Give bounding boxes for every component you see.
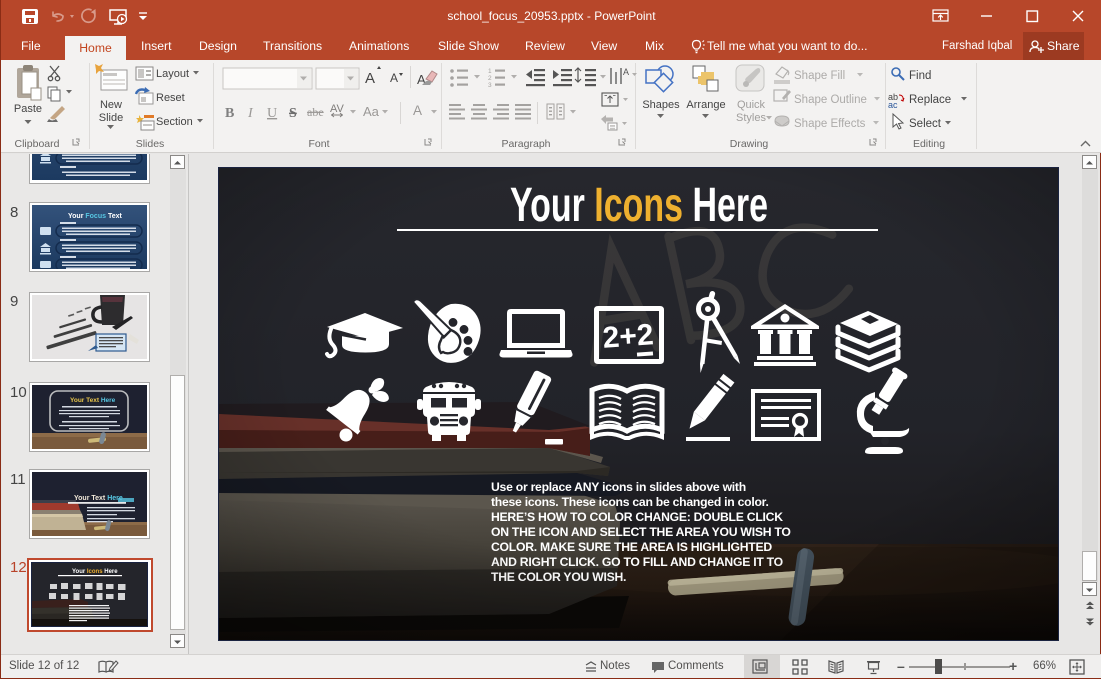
svg-text:B: B xyxy=(225,106,234,121)
svg-text:Layout: Layout xyxy=(156,68,189,80)
svg-text:A: A xyxy=(623,67,629,77)
svg-text:Find: Find xyxy=(909,70,931,82)
svg-text:Drawing: Drawing xyxy=(730,138,769,150)
svg-text:Your Focus Text: Your Focus Text xyxy=(68,213,122,220)
svg-text:Your Text Here: Your Text Here xyxy=(74,495,123,502)
svg-text:Your Text Here: Your Text Here xyxy=(70,397,116,404)
svg-text:Replace: Replace xyxy=(909,94,951,106)
svg-text:Reset: Reset xyxy=(156,92,185,104)
svg-text:Arrange: Arrange xyxy=(686,99,725,111)
svg-text:1: 1 xyxy=(488,68,492,75)
svg-text:New: New xyxy=(100,99,122,111)
svg-text:Paragraph: Paragraph xyxy=(501,138,550,150)
svg-text:A: A xyxy=(413,103,422,118)
svg-text:S: S xyxy=(289,106,297,121)
svg-text:Shape Outline: Shape Outline xyxy=(794,94,867,106)
svg-text:Shapes: Shapes xyxy=(642,99,680,111)
svg-text:U: U xyxy=(267,106,277,121)
svg-text:Paste: Paste xyxy=(14,103,42,115)
svg-text:Quick: Quick xyxy=(737,99,766,111)
svg-text:A: A xyxy=(365,70,375,87)
svg-text:AV: AV xyxy=(330,103,345,115)
svg-text:I: I xyxy=(247,106,254,121)
svg-text:Shape Fill: Shape Fill xyxy=(794,70,845,82)
svg-text:Editing: Editing xyxy=(913,138,945,150)
svg-text:Select: Select xyxy=(909,118,942,130)
svg-text:Aa: Aa xyxy=(363,104,380,119)
svg-text:Shape Effects: Shape Effects xyxy=(794,118,866,130)
svg-text:abe: abe xyxy=(307,105,324,119)
svg-text:Clipboard: Clipboard xyxy=(15,138,60,150)
svg-text:ac: ac xyxy=(888,100,898,110)
svg-text:Font: Font xyxy=(308,138,329,150)
svg-text:Slides: Slides xyxy=(136,138,165,150)
svg-text:Your Icons Here: Your Icons Here xyxy=(72,569,118,575)
svg-text:2: 2 xyxy=(488,75,492,82)
svg-text:3: 3 xyxy=(488,82,492,89)
svg-text:Slide: Slide xyxy=(99,112,123,124)
svg-text:Section: Section xyxy=(156,116,193,128)
svg-text:Styles: Styles xyxy=(736,112,766,124)
svg-text:A: A xyxy=(390,71,398,85)
